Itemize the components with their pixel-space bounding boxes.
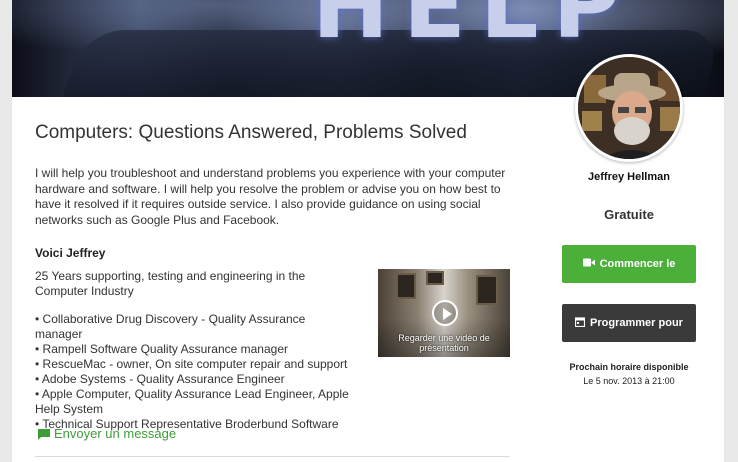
bio-heading: Voici Jeffrey bbox=[35, 246, 106, 260]
list-item: • Collaborative Drug Discovery - Quality… bbox=[35, 312, 306, 341]
video-wall-frame bbox=[396, 273, 416, 299]
banner-key-glyphs: HELP bbox=[312, 0, 634, 59]
list-item: • Rampell Software Quality Assurance man… bbox=[35, 342, 288, 356]
video-camera-icon bbox=[582, 258, 595, 270]
avatar bbox=[575, 54, 683, 162]
next-slot-label: Prochain horaire disponible bbox=[569, 362, 689, 372]
bio-intro: 25 Years supporting, testing and enginee… bbox=[35, 269, 306, 298]
send-message-label: Envoyer un message bbox=[54, 426, 177, 441]
start-session-button[interactable]: Commencer le bbox=[562, 245, 696, 283]
play-icon[interactable] bbox=[432, 300, 458, 326]
chat-bubble-icon bbox=[38, 428, 50, 440]
calendar-icon bbox=[574, 316, 586, 330]
list-item: • Apple Computer, Quality Assurance Lead… bbox=[35, 387, 349, 416]
intro-video-thumbnail[interactable]: Regarder une vidéo de présentation bbox=[378, 269, 510, 357]
tutor-name: Jeffrey Hellman bbox=[588, 171, 670, 183]
video-wall-frame bbox=[426, 271, 444, 285]
page-title: Computers: Questions Answered, Problems … bbox=[35, 122, 467, 143]
list-item: • RescueMac - owner, On site computer re… bbox=[35, 357, 348, 371]
divider bbox=[35, 456, 510, 457]
next-slot-date: Le 5 nov. 2013 à 21:00 bbox=[583, 376, 675, 386]
send-message-link[interactable]: Envoyer un message bbox=[38, 426, 176, 441]
video-caption: Regarder une vidéo de présentation bbox=[398, 333, 490, 353]
video-wall-frame bbox=[476, 275, 498, 305]
bio-list: • Collaborative Drug Discovery - Quality… bbox=[35, 312, 355, 432]
price-label: Gratuite bbox=[604, 207, 654, 222]
list-item: • Adobe Systems - Quality Assurance Engi… bbox=[35, 372, 285, 386]
start-session-label: Commencer le bbox=[599, 258, 676, 270]
profile-description: I will help you troubleshoot and underst… bbox=[35, 166, 506, 227]
schedule-session-button[interactable]: Programmer pour bbox=[562, 304, 696, 342]
schedule-session-label: Programmer pour bbox=[590, 317, 683, 329]
